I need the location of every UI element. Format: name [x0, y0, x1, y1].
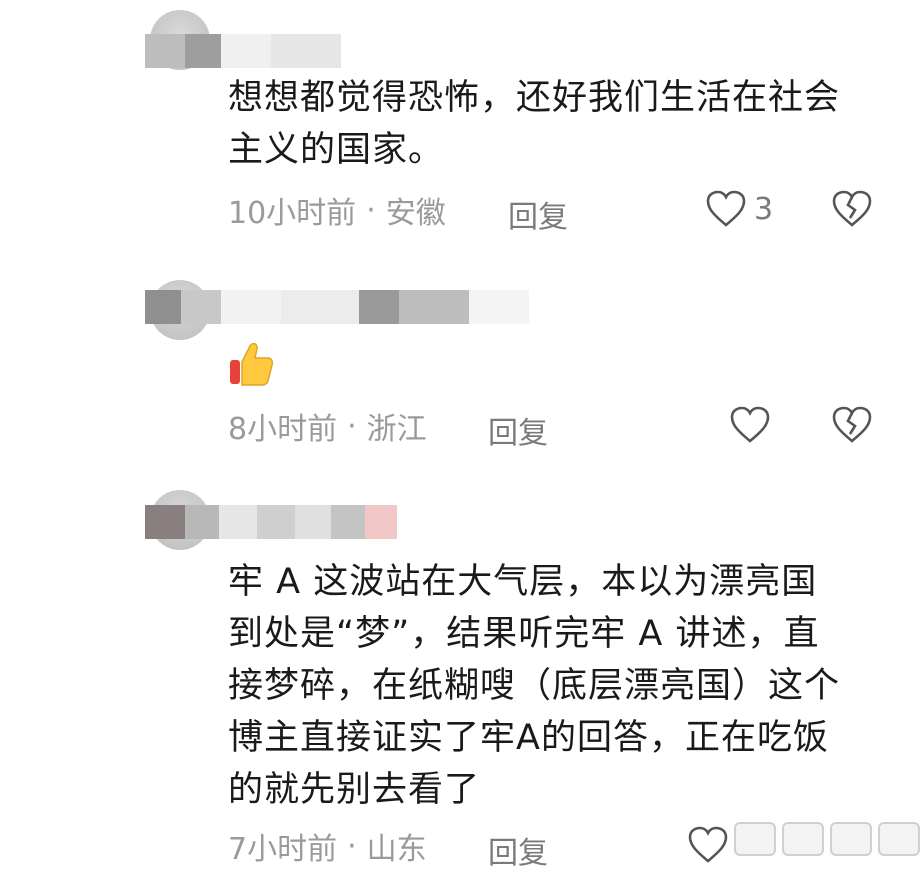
overlay-bar	[734, 822, 776, 856]
comment-text-line: 主义的国家。	[228, 130, 445, 170]
username-blurred[interactable]	[145, 290, 529, 324]
comment-meta: 8小时前 · 浙江	[228, 404, 427, 448]
heart-icon	[730, 406, 770, 444]
thumbs-up-emoji	[228, 340, 274, 388]
heart-icon	[688, 826, 728, 864]
username-blurred[interactable]	[145, 505, 397, 539]
separator: ·	[347, 828, 357, 864]
heart-icon	[706, 190, 746, 228]
overlay-bar	[782, 822, 824, 856]
broken-heart-icon	[832, 406, 872, 444]
comment-text-line: 的就先别去看了	[228, 770, 481, 810]
comment-meta: 10小时前 · 安徽	[228, 188, 446, 232]
timestamp: 8小时前	[228, 412, 338, 447]
reply-button[interactable]: 回复	[508, 192, 568, 236]
comment-text-line: 博主直接证实了牢A的回答，正在吃饭	[228, 718, 829, 758]
separator: ·	[347, 408, 357, 444]
broken-heart-icon	[832, 190, 872, 228]
reply-button[interactable]: 回复	[488, 828, 548, 872]
dislike-button[interactable]	[832, 406, 872, 444]
comment-text-line: 想想都觉得恐怖，还好我们生活在社会	[228, 78, 841, 118]
separator: ·	[366, 192, 376, 228]
like-count: 3	[754, 191, 774, 227]
overlay-bars	[734, 822, 920, 856]
comment-text-line: 接梦碎，在纸糊嗖（底层漂亮国）这个	[228, 666, 841, 706]
comment-text: 想想都觉得恐怖，还好我们生活在社会 主义的国家。	[228, 72, 840, 176]
username-blurred[interactable]	[145, 34, 341, 68]
location: 山东	[366, 832, 427, 867]
location: 安徽	[385, 196, 446, 231]
overlay-bar	[830, 822, 872, 856]
like-button[interactable]	[730, 406, 770, 444]
timestamp: 7小时前	[228, 832, 338, 867]
comment-text: 牢 A 这波站在大气层，本以为漂亮国 到处是“梦”，结果听完牢 A 讲述，直 接…	[228, 556, 840, 816]
comment-text-line: 牢 A 这波站在大气层，本以为漂亮国	[228, 562, 818, 602]
overlay-bar	[878, 822, 920, 856]
like-button[interactable]: 3	[706, 190, 773, 228]
like-button[interactable]	[688, 826, 728, 864]
timestamp: 10小时前	[228, 196, 357, 231]
location: 浙江	[366, 412, 427, 447]
comment-text-line: 到处是“梦”，结果听完牢 A 讲述，直	[228, 614, 820, 654]
dislike-button[interactable]	[832, 190, 872, 228]
reply-button[interactable]: 回复	[488, 408, 548, 452]
comment-meta: 7小时前 · 山东	[228, 824, 427, 868]
